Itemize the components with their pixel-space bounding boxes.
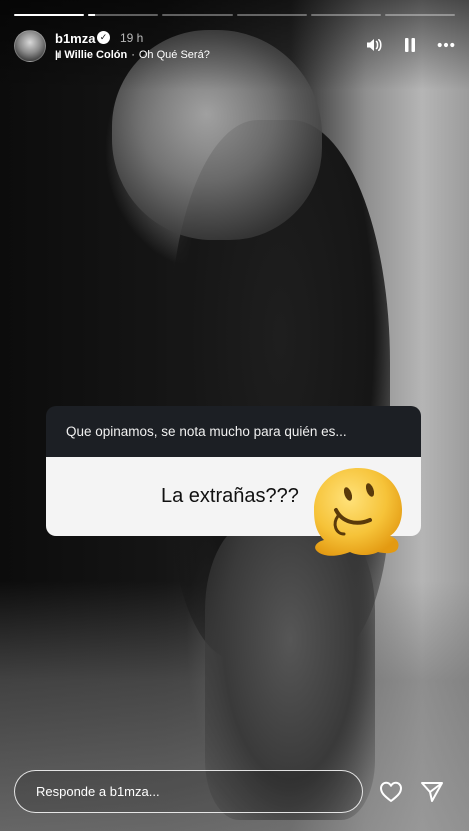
progress-segment: [236, 14, 307, 16]
reply-placeholder: Responde a b1mza...: [36, 784, 160, 799]
reply-input[interactable]: Responde a b1mza...: [14, 770, 363, 813]
music-song: Oh Qué Será?: [138, 49, 210, 61]
post-time: 19 h: [120, 31, 144, 45]
question-prompt: Que opinamos, se nota mucho para quién e…: [46, 406, 421, 457]
music-bars-icon: |ıl: [55, 49, 61, 61]
progress-segment: [310, 14, 381, 16]
question-sticker[interactable]: Que opinamos, se nota mucho para quién e…: [46, 406, 421, 556]
progress-segment-fill: [88, 14, 96, 16]
music-separator: ·: [131, 49, 135, 61]
progress-segment: [14, 14, 85, 16]
send-icon[interactable]: [419, 779, 445, 805]
story-controls: [365, 36, 455, 54]
heart-icon[interactable]: [378, 779, 404, 805]
verified-badge-icon: ✓: [97, 31, 110, 44]
story-progress-bar: [14, 14, 456, 16]
progress-segment: [384, 14, 456, 16]
avatar[interactable]: [14, 30, 46, 62]
username[interactable]: b1mza: [55, 31, 95, 46]
volume-icon[interactable]: [365, 36, 383, 54]
progress-segment: [162, 14, 233, 16]
melting-face-emoji-icon: [308, 464, 408, 564]
pause-icon[interactable]: [401, 36, 419, 54]
story-header: b1mza ✓ 19 h |ıl Willie Colón · Oh Qué S…: [14, 28, 455, 68]
music-attribution[interactable]: |ıl Willie Colón · Oh Qué Será?: [55, 49, 210, 61]
story-viewer[interactable]: b1mza ✓ 19 h |ıl Willie Colón · Oh Qué S…: [0, 0, 469, 831]
progress-segment-fill: [14, 14, 85, 16]
progress-segment: [88, 14, 159, 16]
more-icon[interactable]: [437, 36, 455, 54]
music-artist: Willie Colón: [64, 49, 128, 61]
